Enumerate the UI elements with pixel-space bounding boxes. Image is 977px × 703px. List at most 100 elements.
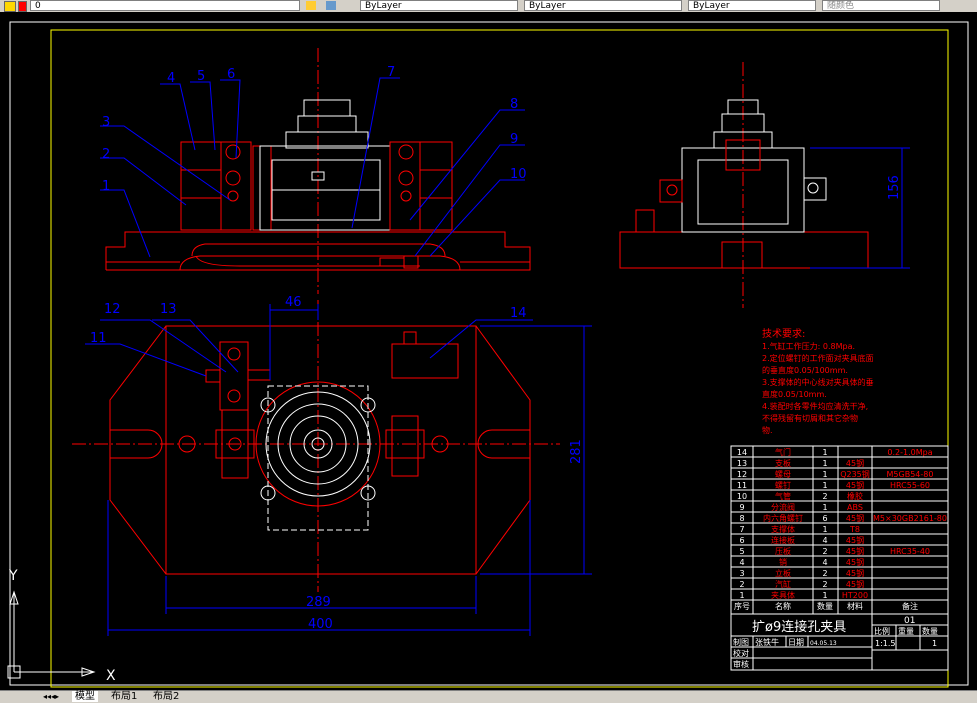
- bom-cell-qty: 1: [822, 591, 827, 600]
- lineweight-dropdown[interactable]: ByLayer: [688, 0, 816, 11]
- tech-line: 不得残留有切屑和其它杂物: [762, 413, 858, 423]
- top-view: [72, 300, 560, 592]
- bom-cell-material: ABS: [847, 503, 863, 512]
- bom-cell-material: HT200: [842, 591, 868, 600]
- bom-cell-note: HRC35-40: [890, 547, 930, 556]
- bom-cell-no: 14: [737, 448, 747, 457]
- make-current-icon[interactable]: [306, 1, 316, 10]
- bom-cell-material: 45钢: [846, 557, 864, 567]
- part-label-5: 5: [197, 69, 205, 84]
- bom-cell-qty: 6: [822, 514, 827, 523]
- bom-cell-material: 45钢: [846, 513, 864, 523]
- bom-cell-no: 5: [739, 547, 744, 556]
- tab-nav-arrows[interactable]: ◂◂◂▸: [40, 691, 62, 702]
- bom-cell-qty: 4: [822, 558, 827, 567]
- part-label-7: 7: [387, 65, 395, 80]
- bom-cell-name: 螺钉: [775, 480, 791, 490]
- drawing-title: 扩ø9连接孔夹具: [752, 619, 846, 635]
- bom-cell-material: Q235钢: [840, 469, 870, 479]
- bom-cell-no: 1: [739, 591, 744, 600]
- weight-label: 重量: [898, 626, 914, 636]
- layer-color-icon: [18, 1, 27, 12]
- bom-cell-note: M5GB54-80: [887, 470, 934, 479]
- bom-cell-qty: 1: [822, 503, 827, 512]
- bom-cell-name: 连接板: [771, 535, 795, 545]
- bom-cell-material: 橡胶: [847, 491, 863, 501]
- drawn-by: 张铁牛: [755, 637, 779, 647]
- dim-281: 281: [569, 439, 584, 464]
- bom-cell-no: 9: [739, 503, 744, 512]
- plotstyle-dropdown[interactable]: 随颜色: [822, 0, 940, 11]
- part-label-12: 12: [104, 302, 121, 317]
- ucs-y-label: Y: [8, 568, 18, 584]
- bom-cell-qty: 1: [822, 481, 827, 490]
- drawing-number: 01: [904, 616, 915, 626]
- bom-cell-material: 45钢: [846, 579, 864, 589]
- tab-model[interactable]: 模型: [72, 691, 98, 702]
- bom-cell-material: 45钢: [846, 458, 864, 468]
- cad-drawing: 1 2 3 4 5 6 7 8 9 10 11 12 13 14 46 156 …: [7, 21, 969, 688]
- part-label-4: 4: [167, 71, 175, 86]
- title-block-text: 扩ø9连接孔夹具 01 比例 重量 数量 1:1.5 1 制图 张铁牛 日期 0…: [733, 616, 938, 669]
- layer-dropdown[interactable]: 0: [30, 0, 300, 11]
- tech-line: 3.支撑体的中心线对夹具体的垂: [762, 377, 874, 387]
- tech-requirements: 技术要求: 1.气缸工作压力: 0.8Mpa. 2.定位螺钉的工作面对夹具底面 …: [762, 327, 874, 435]
- bom-cell-no: 序号: [734, 601, 750, 611]
- layout-tabs-bar: ◂◂◂▸ 模型 布局1 布局2: [0, 690, 977, 703]
- bom-cell-qty: 2: [822, 492, 827, 501]
- leader-lines: [85, 77, 533, 377]
- bom-cell-no: 12: [737, 470, 747, 479]
- layer-state-icon[interactable]: [4, 1, 16, 12]
- bom-cell-qty: 数量: [817, 601, 833, 611]
- bom-cell-qty: 1: [822, 448, 827, 457]
- review-label: 审核: [733, 659, 749, 669]
- tech-line: 物.: [762, 425, 773, 435]
- tab-layout1[interactable]: 布局1: [108, 691, 140, 702]
- tech-line: 的垂直度0.05/100mm.: [762, 365, 848, 375]
- bom-cell-name: 汽缸: [775, 579, 791, 589]
- bom-cell-qty: 2: [822, 580, 827, 589]
- bom-cell-note: 备注: [902, 601, 918, 611]
- date-label: 日期: [788, 638, 804, 647]
- bom-text: 14 气门 1 0.2-1.0Mpa13 支板 1 45钢12 螺母 1 Q235钢 M5GB54-…: [734, 447, 947, 611]
- drawing-canvas[interactable]: 1 2 3 4 5 6 7 8 9 10 11 12 13 14 46 156 …: [0, 12, 977, 690]
- part-label-10: 10: [510, 167, 527, 182]
- bom-cell-no: 13: [737, 459, 747, 468]
- linetype-dropdown[interactable]: ByLayer: [524, 0, 682, 11]
- bom-cell-name: 气门: [775, 447, 791, 457]
- bom-cell-no: 11: [737, 481, 747, 490]
- tab-layout2[interactable]: 布局2: [150, 691, 182, 702]
- bom-cell-name: 螺母: [775, 469, 791, 479]
- bom-cell-name: 压板: [775, 546, 791, 556]
- tech-line: 2.定位螺钉的工作面对夹具底面: [762, 353, 874, 363]
- tech-title: 技术要求:: [762, 327, 805, 340]
- bom-cell-qty: 2: [822, 547, 827, 556]
- part-label-11: 11: [90, 331, 107, 346]
- color-dropdown[interactable]: ByLayer: [360, 0, 518, 11]
- part-label-2: 2: [102, 147, 110, 162]
- bom-cell-qty: 1: [822, 470, 827, 479]
- layer-previous-icon[interactable]: [326, 1, 336, 10]
- bom-cell-name: 支撑体: [771, 524, 795, 534]
- bom-cell-note: M5×30GB2161-80: [873, 514, 947, 523]
- bom-cell-note: HRC55-60: [890, 481, 930, 490]
- bom-cell-name: 分流阀: [771, 502, 795, 512]
- bom-cell-no: 4: [739, 558, 744, 567]
- bom-cell-no: 2: [739, 580, 744, 589]
- check-label: 校对: [733, 648, 749, 658]
- bom-cell-no: 3: [739, 569, 744, 578]
- date-value: 04.05.13: [810, 640, 837, 647]
- part-label-8: 8: [510, 97, 518, 112]
- part-label-1: 1: [102, 179, 110, 194]
- count-value: 1: [932, 639, 937, 648]
- scale-label: 比例: [874, 626, 890, 636]
- bom-cell-qty: 1: [822, 525, 827, 534]
- bom-cell-no: 6: [739, 536, 744, 545]
- bom-cell-material: 材料: [847, 601, 863, 611]
- dim-156: 156: [887, 175, 902, 200]
- bom-cell-name: 内六角螺钉: [763, 513, 803, 523]
- bom-cell-name: 立板: [775, 568, 791, 578]
- bom-cell-no: 7: [739, 525, 744, 534]
- part-label-3: 3: [102, 115, 110, 130]
- bom-cell-qty: 4: [822, 536, 827, 545]
